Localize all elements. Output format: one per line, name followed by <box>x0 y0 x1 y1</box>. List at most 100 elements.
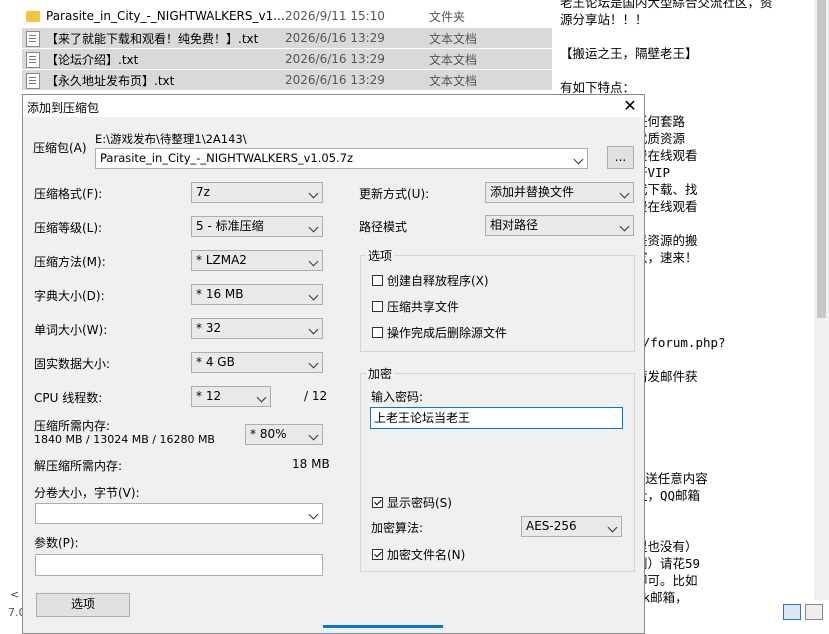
archive-path: E:\游戏发布\待整理1\2A143\ <box>95 132 247 146</box>
sfx-checkbox[interactable]: 创建自释放程序(X) <box>372 272 489 289</box>
add-to-archive-dialog: 添加到压缩包 ✕ 压缩包(A) E:\游戏发布\待整理1\2A143\ Para… <box>22 94 645 634</box>
archive-name-combo[interactable]: Parasite_in_City_-_NIGHTWALKERS_v1.05.7z <box>95 148 588 169</box>
checkbox-box[interactable] <box>372 327 383 338</box>
params-input[interactable] <box>35 554 323 576</box>
solid-size-label: 固实数据大小: <box>34 357 111 371</box>
update-mode-value: 添加并替换文件 <box>490 185 575 199</box>
decompress-memory-value: 18 MB <box>292 457 330 471</box>
file-name: Parasite_in_City_-_NIGHTWALKERS_v1... <box>46 9 285 23</box>
preview-scrollbar[interactable] <box>814 0 829 600</box>
chevron-down-icon <box>619 221 630 232</box>
file-row[interactable]: 【论坛介绍】.txt 2026/6/16 13:29 文本文档 <box>22 49 552 69</box>
details-view-icon[interactable] <box>783 604 801 620</box>
text-file-icon <box>26 52 40 68</box>
options-button[interactable]: 选项 <box>36 593 130 617</box>
password-value: 上老王论坛当老王 <box>374 411 471 425</box>
encryption-method-value: AES-256 <box>526 519 577 533</box>
chevron-down-icon <box>308 358 319 369</box>
path-mode-label: 路径模式 <box>359 220 408 234</box>
method-select[interactable]: * LZMA2 <box>191 250 323 271</box>
text-line: 老王论坛是国内大型綜合交流社区，资 <box>560 0 773 10</box>
password-input[interactable]: 上老王论坛当老王 <box>370 407 623 429</box>
text-line: 【搬运之王，隔壁老王】 <box>560 46 698 61</box>
dictionary-select[interactable]: * 16 MB <box>191 284 323 305</box>
delete-after-checkbox[interactable]: 操作完成后删除源文件 <box>372 324 507 341</box>
encryption-group-title: 加密 <box>366 365 395 382</box>
chevron-down-icon <box>607 522 618 533</box>
format-select[interactable]: 7z <box>191 182 323 203</box>
chevron-down-icon <box>573 154 584 165</box>
delete-after-checkbox-label: 操作完成后删除源文件 <box>387 326 508 340</box>
chevron-down-icon <box>308 188 319 199</box>
checkbox-box[interactable] <box>372 301 383 312</box>
archive-name-value: Parasite_in_City_-_NIGHTWALKERS_v1.05.7z <box>100 151 354 165</box>
file-date: 2026/6/16 13:29 <box>285 52 385 66</box>
volume-size-combo[interactable] <box>35 503 323 524</box>
browse-button[interactable]: ... <box>607 146 634 169</box>
shared-files-checkbox-label: 压缩共享文件 <box>387 300 460 314</box>
file-row[interactable]: Parasite_in_City_-_NIGHTWALKERS_v1... 20… <box>22 6 552 26</box>
close-icon[interactable]: ✕ <box>620 96 640 116</box>
memory-detail: 1840 MB / 13024 MB / 16280 MB <box>34 433 215 446</box>
dialog-titlebar: 添加到压缩包 ✕ <box>23 95 644 117</box>
password-label: 输入密码: <box>371 390 424 404</box>
scrollbar-thumb[interactable] <box>817 0 826 318</box>
view-switcher <box>783 604 823 620</box>
options-group-title: 选项 <box>366 247 395 264</box>
large-icons-view-icon[interactable] <box>805 604 823 620</box>
checkbox-box[interactable] <box>372 497 383 508</box>
file-row[interactable]: 【永久地址发布页】.txt 2026/6/16 13:29 文本文档 <box>22 70 552 90</box>
dictionary-label: 字典大小(D): <box>34 289 105 303</box>
word-size-select[interactable]: * 32 <box>191 318 323 339</box>
scroll-left-arrow[interactable]: < <box>10 588 19 601</box>
chevron-down-icon <box>619 188 630 199</box>
checkbox-box[interactable] <box>372 549 383 560</box>
folder-icon <box>26 11 40 22</box>
sfx-checkbox-label: 创建自释放程序(X) <box>387 274 489 288</box>
show-password-label: 显示密码(S) <box>387 496 452 510</box>
update-mode-label: 更新方式(U): <box>359 187 430 201</box>
checkbox-box[interactable] <box>372 275 383 286</box>
path-mode-value: 相对路径 <box>490 218 539 232</box>
file-date: 2026/6/16 13:29 <box>285 73 385 87</box>
level-value: 5 - 标准压缩 <box>196 219 264 233</box>
chevron-down-icon <box>308 290 319 301</box>
update-mode-select[interactable]: 添加并替换文件 <box>485 182 634 203</box>
level-label: 压缩等级(L): <box>34 221 103 235</box>
shared-files-checkbox[interactable]: 压缩共享文件 <box>372 298 459 315</box>
show-password-checkbox[interactable]: 显示密码(S) <box>372 494 452 511</box>
file-name: 【来了就能下载和观看！纯免费！】.txt <box>46 31 259 46</box>
chevron-down-icon <box>308 222 319 233</box>
dictionary-value: * 16 MB <box>196 287 244 301</box>
file-date: 2026/9/11 15:10 <box>285 9 385 23</box>
format-value: 7z <box>196 185 210 199</box>
file-row[interactable]: 【来了就能下载和观看！纯免费！】.txt 2026/6/16 13:29 文本文… <box>22 28 552 48</box>
word-size-label: 单词大小(W): <box>34 323 108 337</box>
word-size-value: * 32 <box>196 321 222 335</box>
format-label: 压缩格式(F): <box>34 187 103 201</box>
file-name: 【永久地址发布页】.txt <box>46 73 175 88</box>
file-type: 文本文档 <box>429 73 478 88</box>
text-line: 源分享站！！！ <box>560 12 648 27</box>
method-value: * LZMA2 <box>196 253 247 267</box>
decompress-memory-label: 解压缩所需内存: <box>34 459 123 473</box>
path-mode-select[interactable]: 相对路径 <box>485 215 634 236</box>
encrypt-names-label: 加密文件名(N) <box>387 548 466 562</box>
memory-label: 压缩所需内存: <box>34 419 111 433</box>
file-name: 【论坛介绍】.txt <box>46 52 139 67</box>
solid-size-value: * 4 GB <box>196 355 235 369</box>
encrypt-names-checkbox[interactable]: 加密文件名(N) <box>372 546 465 563</box>
chevron-down-icon <box>308 256 319 267</box>
left-status-corner: < 7.0 <box>0 586 26 628</box>
chevron-down-icon <box>308 324 319 335</box>
level-select[interactable]: 5 - 标准压缩 <box>191 216 323 237</box>
cpu-threads-select[interactable]: * 12 <box>191 386 271 407</box>
memory-usage-select[interactable]: * 80% <box>245 424 323 445</box>
cpu-threads-label: CPU 线程数: <box>34 391 103 405</box>
cpu-threads-value: * 12 <box>196 389 222 403</box>
file-type: 文本文档 <box>429 31 478 46</box>
chevron-down-icon <box>308 430 319 441</box>
encryption-method-select[interactable]: AES-256 <box>521 516 622 537</box>
volume-size-label: 分卷大小，字节(V): <box>34 486 140 500</box>
solid-size-select[interactable]: * 4 GB <box>191 352 323 373</box>
